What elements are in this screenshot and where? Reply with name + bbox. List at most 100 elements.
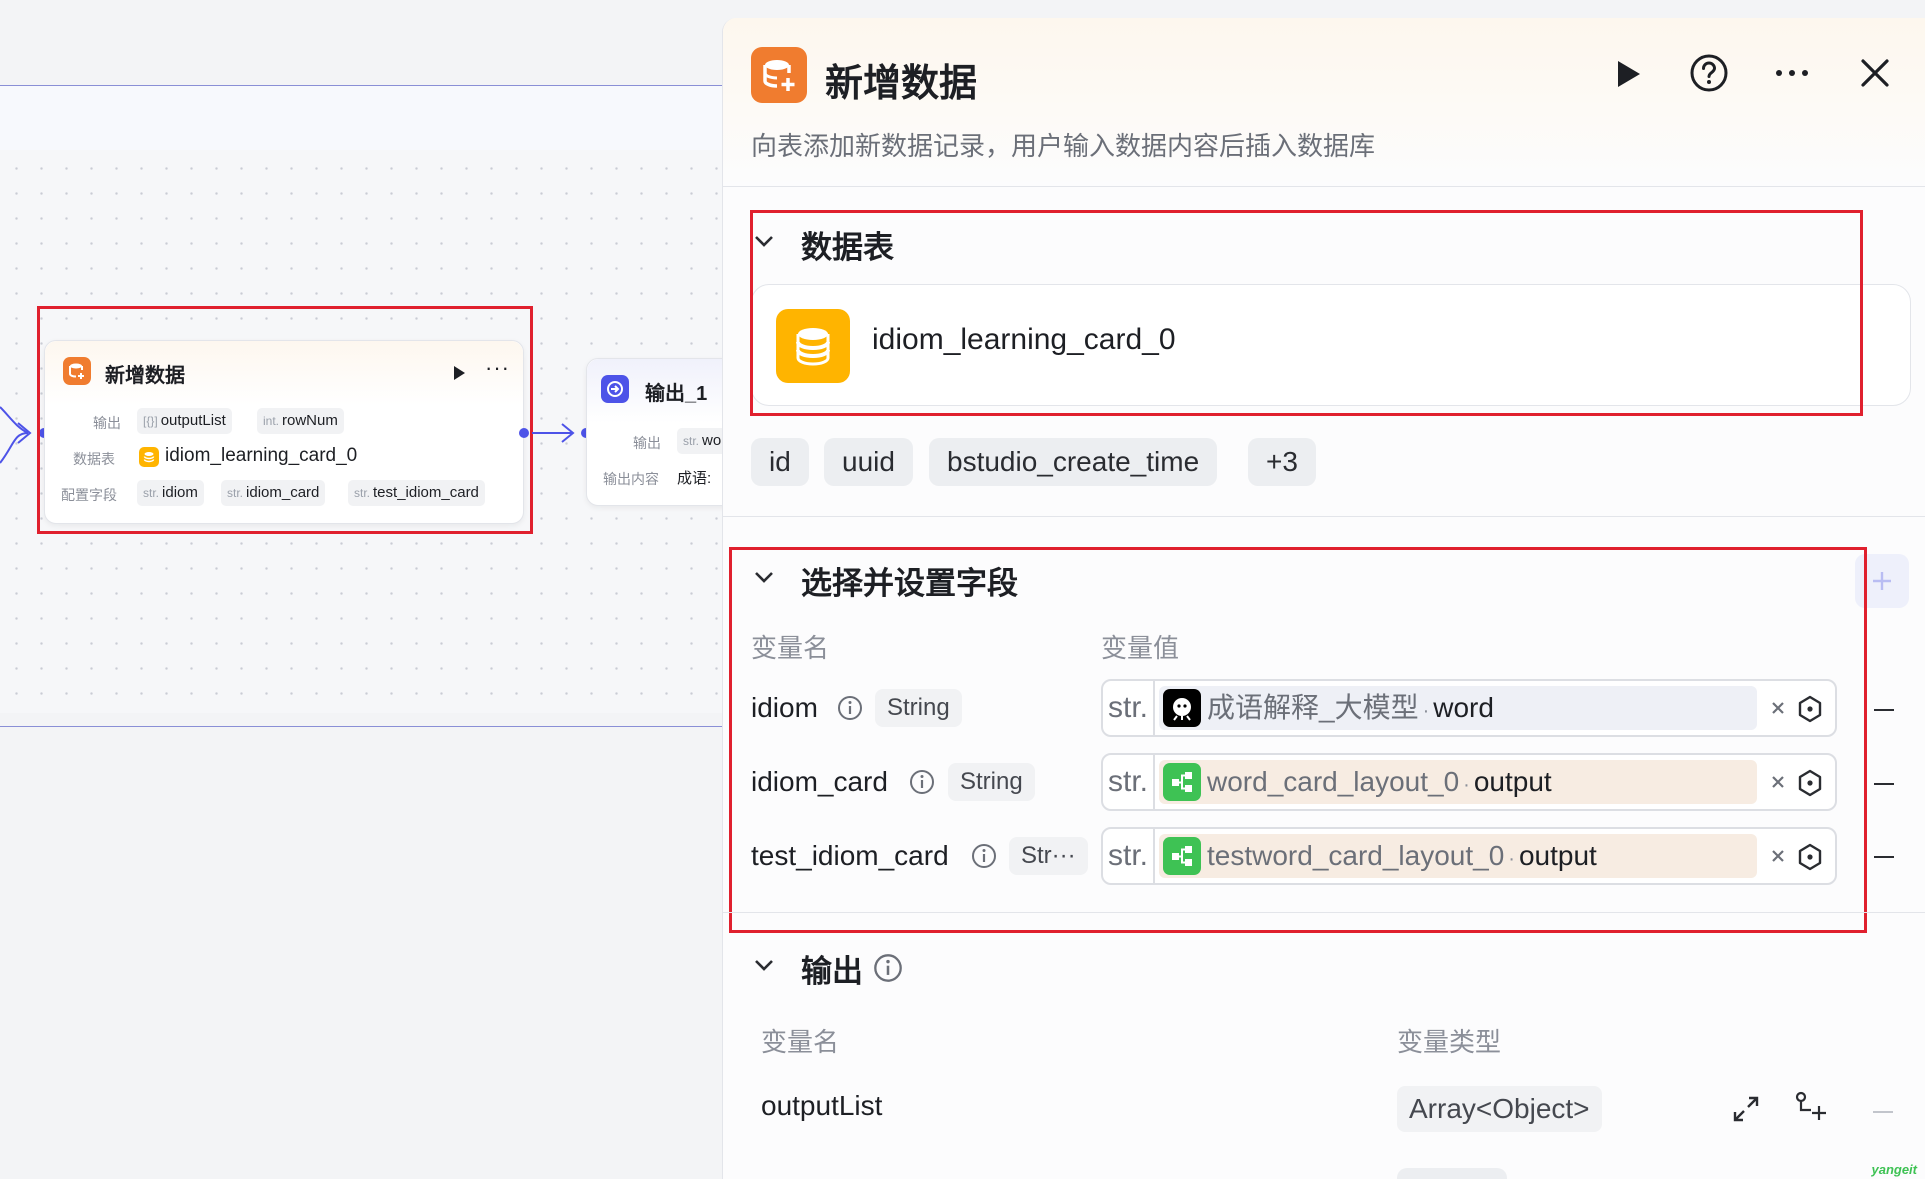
canvas-band bbox=[0, 727, 722, 1179]
table-field-chip: id bbox=[751, 438, 809, 486]
field-type-chip: Str··· bbox=[1009, 837, 1088, 875]
output-label: 输出 bbox=[633, 435, 661, 451]
info-icon[interactable] bbox=[909, 769, 935, 795]
chevron-down-icon[interactable] bbox=[753, 230, 775, 252]
info-icon[interactable] bbox=[873, 953, 903, 983]
more-button[interactable] bbox=[1772, 53, 1812, 93]
more-icon bbox=[1776, 70, 1808, 76]
close-icon bbox=[1861, 59, 1889, 87]
field-var-name: idiom_card bbox=[751, 766, 888, 797]
add-child-icon[interactable] bbox=[1793, 1090, 1827, 1124]
field-type-chip: String bbox=[875, 689, 962, 727]
variable-reference[interactable]: 成语解释_大模型 · word bbox=[1159, 686, 1757, 730]
chevron-down-icon[interactable] bbox=[753, 954, 775, 976]
edge-arrow bbox=[532, 423, 575, 443]
ref-port-name: word bbox=[1433, 692, 1494, 723]
field-tag: str. idiom_card bbox=[221, 480, 326, 506]
table-icon bbox=[139, 447, 159, 467]
remove-field-button[interactable] bbox=[1874, 709, 1894, 711]
clear-icon[interactable] bbox=[1767, 771, 1789, 793]
watermark: yangeit bbox=[1871, 1162, 1917, 1177]
expand-icon[interactable] bbox=[1731, 1094, 1761, 1124]
info-icon[interactable] bbox=[971, 843, 997, 869]
more-fields-chip[interactable]: +3 bbox=[1248, 438, 1316, 486]
node-insert-data[interactable]: 新增数据 ··· 输出 [{}] outputList int. rowNum 数据… bbox=[44, 340, 524, 524]
run-button[interactable] bbox=[1608, 54, 1648, 94]
ref-node-name: 成语解释_大模型 bbox=[1207, 692, 1419, 723]
remove-field-button[interactable] bbox=[1874, 856, 1894, 858]
node-output-port[interactable] bbox=[519, 428, 529, 438]
output-tag: [{}] outputList bbox=[137, 408, 232, 434]
remove-output-button bbox=[1873, 1111, 1893, 1113]
field-var-name: idiom bbox=[751, 692, 818, 723]
ref-port-name: output bbox=[1473, 766, 1552, 797]
ref-node-name: word_card_layout_0 bbox=[1207, 766, 1460, 797]
workflow-canvas[interactable]: 新增数据 ··· 输出 [{}] outputList int. rowNum 数据… bbox=[0, 0, 722, 1179]
column-header-type: 变量类型 bbox=[1397, 1027, 1502, 1057]
output-label: 输出 bbox=[93, 415, 121, 431]
table-icon bbox=[776, 309, 850, 383]
canvas-band-light bbox=[0, 86, 722, 150]
table-card[interactable]: idiom_learning_card_0 bbox=[751, 284, 1911, 406]
section-title-table: 数据表 bbox=[801, 230, 894, 265]
canvas-band bbox=[0, 0, 722, 85]
table-label: 数据表 bbox=[73, 451, 115, 467]
clear-icon[interactable] bbox=[1767, 845, 1789, 867]
table-name: idiom_learning_card_0 bbox=[872, 323, 1176, 356]
node-title: 输出_1 bbox=[645, 383, 708, 405]
workflow-icon bbox=[1163, 763, 1201, 801]
section-title-fields: 选择并设置字段 bbox=[801, 566, 1018, 601]
value-type-prefix: str. bbox=[1103, 755, 1155, 809]
field-tag: str. test_idiom_card bbox=[348, 480, 485, 506]
play-icon bbox=[1618, 61, 1640, 87]
column-header-value: 变量值 bbox=[1101, 633, 1180, 663]
fields-label: 配置字段 bbox=[61, 487, 117, 503]
value-type-prefix: str. bbox=[1103, 829, 1155, 883]
ref-port-name: output bbox=[1518, 840, 1597, 871]
field-var-name: test_idiom_card bbox=[751, 840, 949, 871]
table-field-chip: uuid bbox=[824, 438, 913, 486]
panel-description: 向表添加新数据记录，用户输入数据内容后插入数据库 bbox=[751, 131, 1376, 161]
variable-reference[interactable]: word_card_layout_0 · output bbox=[1159, 760, 1757, 804]
plus-icon bbox=[1873, 572, 1891, 590]
field-type-chip: String bbox=[948, 763, 1035, 801]
field-value-input[interactable]: str. word_card_layout_0 · output bbox=[1101, 753, 1837, 811]
more-icon[interactable]: ··· bbox=[485, 355, 510, 381]
variable-picker-icon[interactable] bbox=[1795, 694, 1825, 724]
variable-picker-icon[interactable] bbox=[1795, 768, 1825, 798]
output-tag: int. rowNum bbox=[257, 408, 344, 434]
value-type-prefix: str. bbox=[1103, 681, 1155, 735]
llm-icon bbox=[1163, 689, 1201, 727]
chevron-down-icon[interactable] bbox=[753, 566, 775, 588]
info-icon[interactable] bbox=[837, 695, 863, 721]
output-tag: str. wo bbox=[677, 428, 722, 454]
output-var-name: outputList bbox=[761, 1090, 883, 1121]
column-header-name: 变量名 bbox=[761, 1027, 840, 1057]
section-title-output: 输出 bbox=[801, 954, 863, 989]
clear-icon[interactable] bbox=[1767, 697, 1789, 719]
output-type-chip: Array<Object> bbox=[1397, 1086, 1602, 1132]
help-button[interactable] bbox=[1689, 53, 1729, 93]
variable-picker-icon[interactable] bbox=[1795, 842, 1825, 872]
help-icon bbox=[1690, 54, 1728, 92]
output-node-icon bbox=[601, 375, 629, 403]
database-add-icon bbox=[751, 47, 807, 103]
table-name: idiom_learning_card_0 bbox=[165, 445, 358, 466]
node-output[interactable]: 输出_1 输出 str. wo 输出内容 成语: bbox=[586, 358, 722, 506]
node-config-panel: 新增数据 向表添加新数据记录，用户输入数据内容后插入数据库 数据表 idiom_… bbox=[722, 18, 1925, 1179]
field-tag: str. idiom bbox=[137, 480, 204, 506]
panel-title: 新增数据 bbox=[825, 63, 978, 105]
workflow-icon bbox=[1163, 837, 1201, 875]
ref-node-name: testword_card_layout_0 bbox=[1207, 840, 1505, 871]
add-field-button[interactable] bbox=[1855, 554, 1909, 608]
variable-reference[interactable]: testword_card_layout_0 · output bbox=[1159, 834, 1757, 878]
database-add-icon bbox=[63, 357, 91, 385]
run-icon[interactable] bbox=[451, 365, 467, 381]
field-value-input[interactable]: str. 成语解释_大模型 · word bbox=[1101, 679, 1837, 737]
close-button[interactable] bbox=[1855, 53, 1895, 93]
remove-field-button[interactable] bbox=[1874, 783, 1894, 785]
content-value: 成语: bbox=[677, 470, 712, 487]
field-value-input[interactable]: str. testword_card_layout_0 · output bbox=[1101, 827, 1837, 885]
table-field-chip: bstudio_create_time bbox=[929, 438, 1218, 486]
column-header-name: 变量名 bbox=[751, 633, 830, 663]
